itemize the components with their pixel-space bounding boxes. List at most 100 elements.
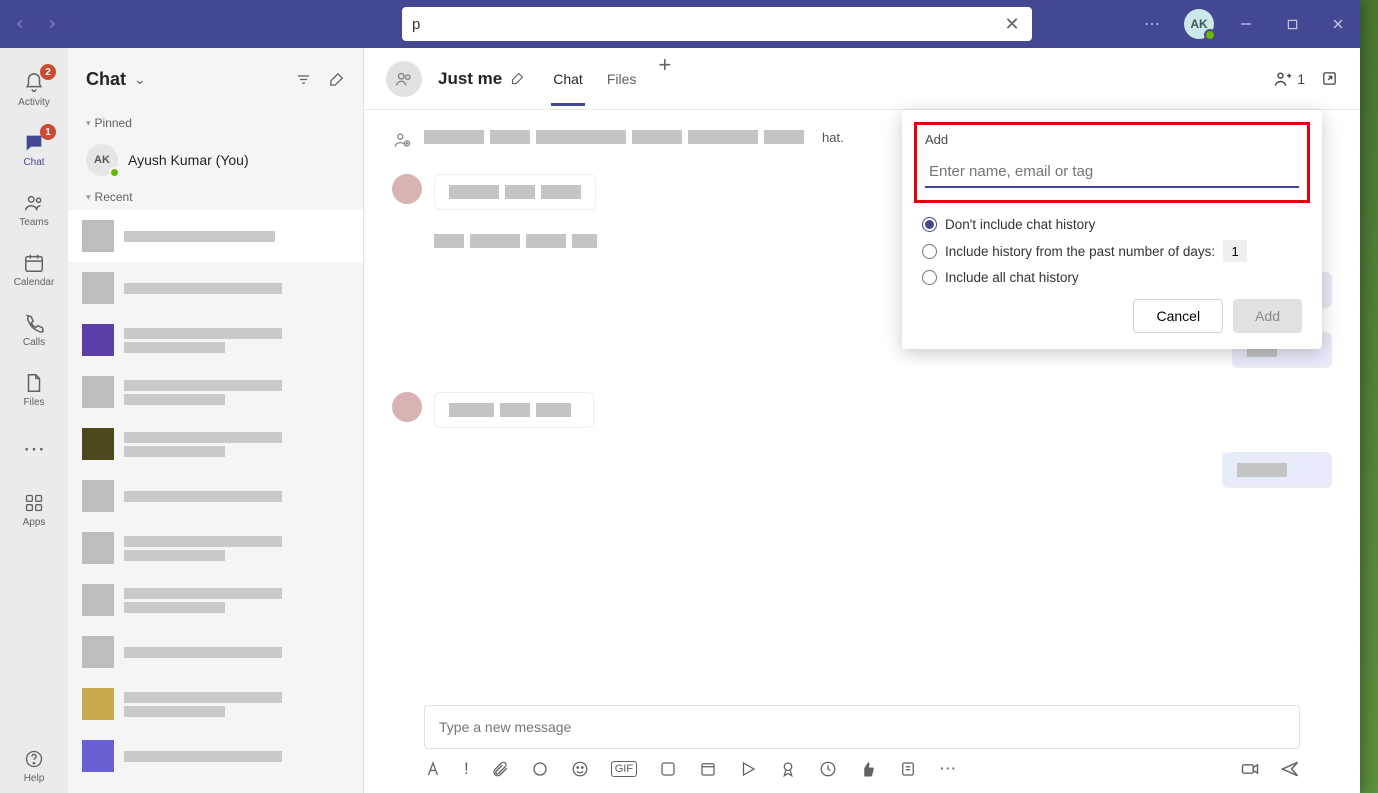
popout-button[interactable]	[1321, 70, 1338, 87]
rail-item-calls[interactable]: Calls	[0, 301, 68, 357]
message-avatar	[392, 174, 422, 204]
rail-label: Apps	[23, 517, 46, 528]
window-maximize-button[interactable]	[1278, 10, 1306, 38]
search-box[interactable]: ✕	[402, 7, 1032, 41]
radio-all[interactable]	[922, 270, 937, 285]
praise-button[interactable]	[859, 760, 877, 778]
emoji-button[interactable]	[571, 760, 589, 778]
rail-item-help[interactable]: Help	[0, 737, 68, 793]
message-bubble	[434, 174, 596, 210]
edit-name-button[interactable]	[510, 71, 525, 86]
video-clip-button[interactable]	[1240, 759, 1260, 779]
rail-item-apps[interactable]: Apps	[0, 481, 68, 537]
message-row	[392, 392, 1332, 428]
recent-section-label[interactable]: Recent	[68, 184, 363, 210]
list-item[interactable]	[68, 730, 363, 782]
message-bubble	[434, 392, 594, 428]
search-input[interactable]	[412, 16, 1002, 33]
add-tab-button[interactable]: +	[658, 52, 671, 106]
rail-label: Teams	[19, 217, 48, 228]
search-clear-button[interactable]: ✕	[1002, 14, 1022, 34]
rail-item-files[interactable]: Files	[0, 361, 68, 417]
teams-icon	[22, 191, 46, 215]
chat-header: Just me Chat Files + 1	[364, 48, 1360, 110]
viva-button[interactable]	[819, 760, 837, 778]
list-item[interactable]	[68, 418, 363, 470]
add-people-input[interactable]	[925, 157, 1299, 188]
participants-button[interactable]: 1	[1273, 69, 1305, 89]
message-avatar	[392, 392, 422, 422]
nav-back-button[interactable]	[8, 12, 32, 36]
group-avatar-icon	[386, 61, 422, 97]
attach-button[interactable]	[491, 760, 509, 778]
radio-none[interactable]	[922, 217, 937, 232]
message-row	[392, 452, 1332, 488]
participants-count: 1	[1297, 71, 1305, 87]
rail-item-more[interactable]: ⋯	[0, 421, 68, 477]
message-bubble	[1222, 452, 1332, 488]
rail-item-chat[interactable]: Chat 1	[0, 121, 68, 177]
pinned-chat-name: Ayush Kumar (You)	[128, 152, 249, 168]
phone-icon	[22, 311, 46, 335]
nav-forward-button[interactable]	[40, 12, 64, 36]
window-minimize-button[interactable]	[1232, 10, 1260, 38]
add-button[interactable]: Add	[1233, 299, 1302, 333]
badge-count: 1	[40, 124, 56, 140]
compose-box[interactable]	[424, 705, 1300, 749]
format-button[interactable]	[424, 760, 442, 778]
priority-button[interactable]: !	[464, 759, 469, 779]
chevron-down-icon[interactable]: ⌄	[134, 71, 146, 88]
pinned-section-label[interactable]: Pinned	[68, 110, 363, 136]
list-item[interactable]	[68, 522, 363, 574]
new-chat-button[interactable]	[328, 71, 345, 88]
list-item[interactable]	[68, 366, 363, 418]
cancel-button[interactable]: Cancel	[1133, 299, 1223, 333]
filter-button[interactable]	[295, 71, 312, 88]
rail-label: Chat	[23, 157, 44, 168]
history-option-none[interactable]: Don't include chat history	[922, 217, 1302, 232]
add-people-prompt-icon	[392, 130, 412, 150]
current-user-avatar[interactable]: AK	[1184, 9, 1214, 39]
sticker-button[interactable]	[659, 760, 677, 778]
rail-item-teams[interactable]: Teams	[0, 181, 68, 237]
tab-files[interactable]: Files	[605, 52, 639, 106]
chat-list-title: Chat	[86, 69, 126, 90]
list-item[interactable]	[68, 262, 363, 314]
more-actions-button[interactable]: ⋯	[939, 759, 956, 779]
tab-chat[interactable]: Chat	[551, 52, 585, 106]
approvals-button[interactable]	[779, 760, 797, 778]
apps-icon	[22, 491, 46, 515]
history-option-days[interactable]: Include history from the past number of …	[922, 240, 1302, 262]
pinned-chat-item[interactable]: AK Ayush Kumar (You)	[68, 136, 363, 184]
send-button[interactable]	[1280, 759, 1300, 779]
window-close-button[interactable]	[1324, 10, 1352, 38]
schedule-button[interactable]	[699, 760, 717, 778]
ellipsis-icon: ⋯	[22, 437, 46, 461]
history-option-all[interactable]: Include all chat history	[922, 270, 1302, 285]
loop-button[interactable]	[531, 760, 549, 778]
list-item[interactable]	[68, 314, 363, 366]
chat-list-header: Chat ⌄	[68, 48, 363, 110]
more-options-button[interactable]: ⋯	[1138, 10, 1166, 38]
recent-chat-list	[68, 210, 363, 793]
list-item[interactable]	[68, 626, 363, 678]
status-text: hat.	[822, 130, 844, 145]
list-item[interactable]	[68, 678, 363, 730]
rail-label: Help	[24, 773, 45, 784]
polls-button[interactable]	[899, 760, 917, 778]
list-item[interactable]	[68, 470, 363, 522]
gif-button[interactable]: GIF	[611, 761, 637, 777]
stream-button[interactable]	[739, 760, 757, 778]
presence-available-icon	[1204, 29, 1216, 41]
rail-item-calendar[interactable]: Calendar	[0, 241, 68, 297]
add-people-popover: Add Don't include chat history Include h…	[902, 110, 1322, 349]
avatar-initials: AK	[1190, 17, 1207, 31]
rail-item-activity[interactable]: Activity 2	[0, 61, 68, 117]
list-item[interactable]	[68, 574, 363, 626]
compose-input[interactable]	[439, 719, 1285, 735]
radio-days[interactable]	[922, 244, 937, 259]
days-input[interactable]	[1223, 240, 1247, 262]
rail-label: Calls	[23, 337, 45, 348]
compose-toolbar: ! GIF ⋯	[424, 759, 1300, 779]
list-item[interactable]	[68, 210, 363, 262]
